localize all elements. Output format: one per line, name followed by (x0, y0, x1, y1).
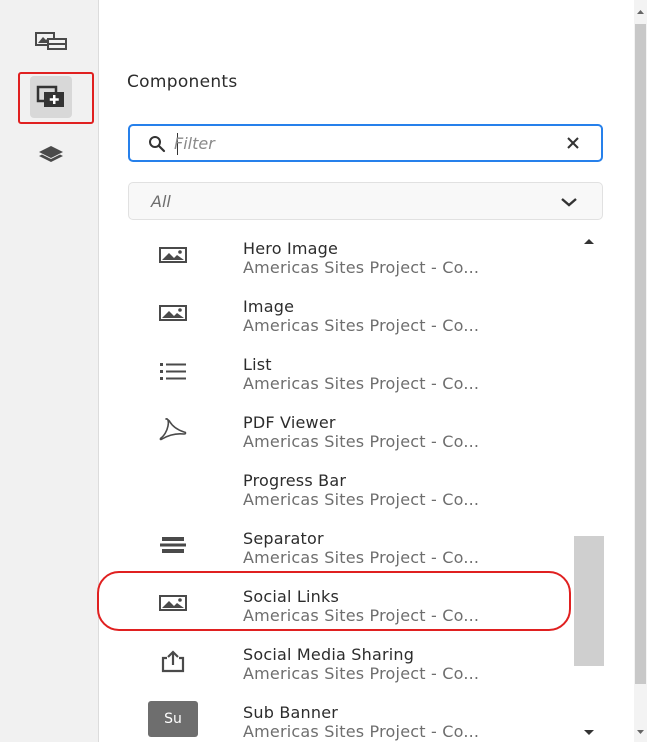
clear-icon[interactable] (565, 135, 581, 151)
list-icon (160, 363, 186, 380)
list-item[interactable]: List Americas Sites Project - Co... (128, 344, 574, 402)
component-name: Separator (243, 529, 324, 548)
image-icon (159, 305, 187, 321)
component-name: PDF Viewer (243, 413, 336, 432)
component-group: Americas Sites Project - Co... (243, 374, 480, 393)
abbr-badge: Su (148, 701, 198, 737)
group-dropdown-value: All (151, 192, 171, 211)
scroll-up-icon[interactable] (636, 8, 645, 16)
scroll-down-icon[interactable] (636, 728, 645, 736)
share-icon (161, 650, 185, 673)
filter-field[interactable] (128, 124, 603, 162)
chevron-down-icon (561, 198, 577, 207)
list-item[interactable]: Hero Image Americas Sites Project - Co..… (128, 228, 574, 286)
list-item[interactable]: Image Americas Sites Project - Co... (128, 286, 574, 344)
list-item[interactable]: Progress Bar Americas Sites Project - Co… (128, 460, 574, 518)
component-group: Americas Sites Project - Co... (243, 490, 480, 509)
list-item[interactable]: Separator Americas Sites Project - Co... (128, 518, 574, 576)
filter-input[interactable] (174, 130, 554, 156)
component-name: List (243, 355, 272, 374)
separator-icon (160, 537, 186, 553)
component-name: Sub Banner (243, 703, 339, 722)
pdf-icon (159, 418, 187, 441)
group-dropdown[interactable]: All (128, 182, 603, 220)
component-group: Americas Sites Project - Co... (243, 258, 480, 277)
assets-icon (35, 32, 67, 50)
side-rail (0, 0, 99, 742)
list-item[interactable]: PDF Viewer Americas Sites Project - Co..… (128, 402, 574, 460)
list-scrollbar-thumb[interactable] (574, 536, 604, 666)
panel-title: Components (127, 72, 238, 92)
component-group: Americas Sites Project - Co... (243, 548, 480, 567)
component-group: Americas Sites Project - Co... (243, 316, 480, 335)
component-name: Social Media Sharing (243, 645, 415, 664)
layers-icon (39, 146, 63, 162)
components-browser: Components All (0, 0, 647, 742)
scroll-down-icon[interactable] (582, 728, 596, 738)
components-tab-highlight (18, 72, 94, 124)
image-icon (159, 247, 187, 263)
assets-tab[interactable] (30, 18, 72, 60)
list-scrollbar[interactable] (574, 228, 604, 742)
list-item[interactable]: Social Media Sharing Americas Sites Proj… (128, 634, 574, 692)
search-icon (149, 136, 166, 153)
component-name: Image (243, 297, 295, 316)
component-group: Americas Sites Project - Co... (243, 432, 480, 451)
layers-tab[interactable] (30, 134, 72, 176)
panel-scrollbar-thumb[interactable] (635, 24, 646, 684)
component-name: Progress Bar (243, 471, 347, 490)
component-group: Americas Sites Project - Co... (243, 664, 480, 683)
list-item[interactable]: Su Sub Banner Americas Sites Project - C… (128, 692, 574, 742)
component-group: Americas Sites Project - Co... (243, 722, 480, 741)
blank-icon (148, 470, 198, 504)
social-links-highlight (97, 571, 571, 631)
scroll-up-icon[interactable] (582, 236, 596, 246)
component-list: Hero Image Americas Sites Project - Co..… (128, 228, 574, 742)
panel-scrollbar[interactable] (634, 0, 647, 742)
component-name: Hero Image (243, 239, 339, 258)
